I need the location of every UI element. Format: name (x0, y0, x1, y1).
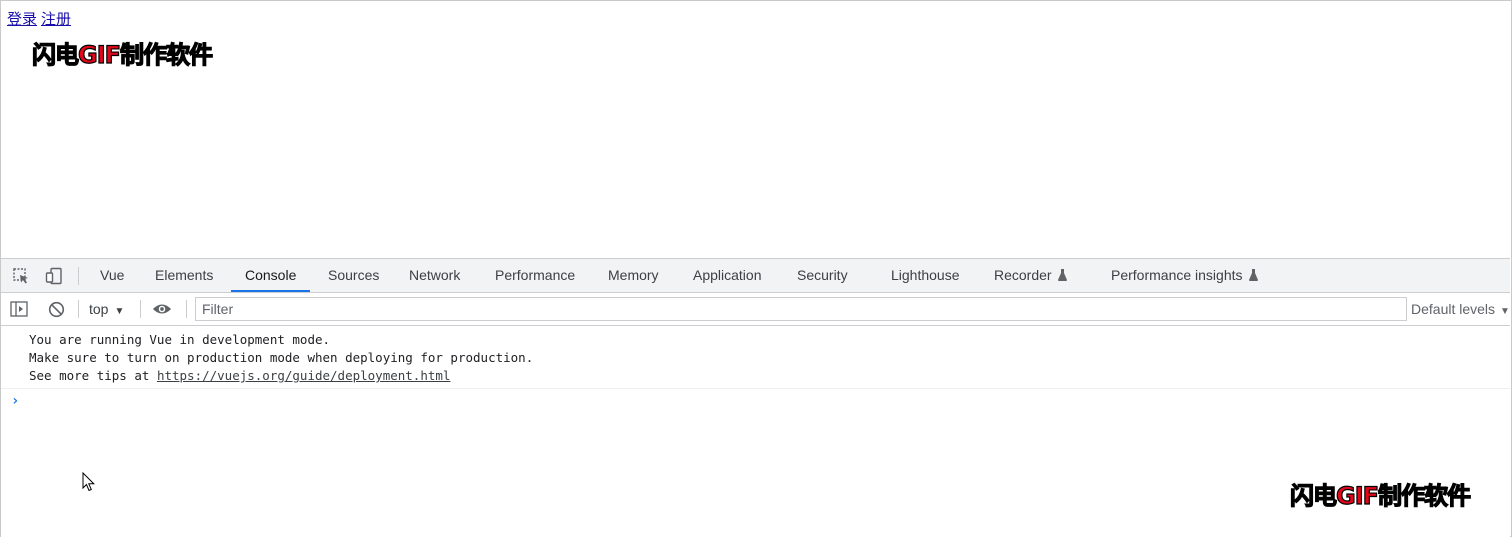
console-message-line: See more tips at https://vuejs.org/guide… (29, 368, 450, 383)
context-selector[interactable]: top ▼ (89, 293, 124, 325)
console-prompt[interactable]: › (11, 393, 19, 409)
context-selector-value: top (89, 301, 109, 317)
experiment-flask-icon (1057, 269, 1067, 281)
watermark-top: 闪电GIF制作软件 (31, 35, 213, 70)
toolbar-separator (140, 300, 141, 318)
tab-security[interactable]: Security (797, 259, 848, 292)
register-link[interactable]: 注册 (41, 10, 71, 28)
login-link[interactable]: 登录 (7, 10, 37, 28)
chevron-down-icon: ▼ (114, 306, 125, 317)
console-toolbar: top ▼ Default levels ▼ (1, 293, 1510, 326)
watermark-red-text: 闪电GIF (31, 40, 121, 69)
nav-links: 登录 注册 (7, 8, 75, 29)
tab-memory[interactable]: Memory (608, 259, 659, 292)
console-output: You are running Vue in development mode.… (1, 326, 1510, 537)
tab-console[interactable]: Console (231, 259, 311, 292)
tab-recorder[interactable]: Recorder (994, 259, 1067, 292)
log-levels-dropdown[interactable]: Default levels ▼ (1411, 293, 1510, 325)
sidebar-toggle-icon[interactable] (9, 299, 29, 319)
eye-icon[interactable] (152, 299, 172, 319)
watermark-white-text: 制作软件 (1377, 481, 1471, 510)
tabbar-separator (78, 267, 79, 285)
chevron-down-icon: ▼ (1500, 306, 1510, 317)
tab-recorder-label: Recorder (994, 267, 1052, 283)
mouse-cursor-icon (82, 472, 96, 492)
tab-application[interactable]: Application (693, 259, 762, 292)
console-message-prefix: See more tips at (29, 368, 157, 383)
console-message: You are running Vue in development mode.… (1, 332, 1510, 389)
tab-vue[interactable]: Vue (100, 259, 124, 292)
tab-elements[interactable]: Elements (155, 259, 213, 292)
tab-lighthouse[interactable]: Lighthouse (891, 259, 960, 292)
devtools-panel: Vue Elements Console Sources Network Per… (1, 258, 1510, 537)
toolbar-separator (186, 300, 187, 318)
console-message-line: You are running Vue in development mode. (29, 332, 331, 347)
deployment-guide-link[interactable]: https://vuejs.org/guide/deployment.html (157, 368, 451, 383)
tab-sources[interactable]: Sources (328, 259, 379, 292)
page-content: 登录 注册 闪电GIF制作软件 (1, 1, 1510, 258)
tab-performance-insights-label: Performance insights (1111, 267, 1243, 283)
tab-network[interactable]: Network (409, 259, 460, 292)
experiment-flask-icon (1248, 269, 1258, 281)
device-toolbar-icon[interactable] (43, 265, 65, 287)
watermark-white-text: 制作软件 (119, 40, 213, 69)
devtools-tabbar: Vue Elements Console Sources Network Per… (1, 259, 1510, 293)
filter-input[interactable] (195, 297, 1407, 321)
watermark-bottom: 闪电GIF制作软件 (1289, 476, 1471, 511)
watermark-red-text: 闪电GIF (1289, 481, 1379, 510)
tab-performance[interactable]: Performance (495, 259, 575, 292)
clear-console-icon[interactable] (46, 299, 66, 319)
tab-performance-insights[interactable]: Performance insights (1111, 259, 1258, 292)
log-levels-label: Default levels (1411, 301, 1496, 317)
console-message-line: Make sure to turn on production mode whe… (29, 350, 534, 365)
toolbar-separator (78, 300, 79, 318)
inspect-element-icon[interactable] (10, 265, 32, 287)
